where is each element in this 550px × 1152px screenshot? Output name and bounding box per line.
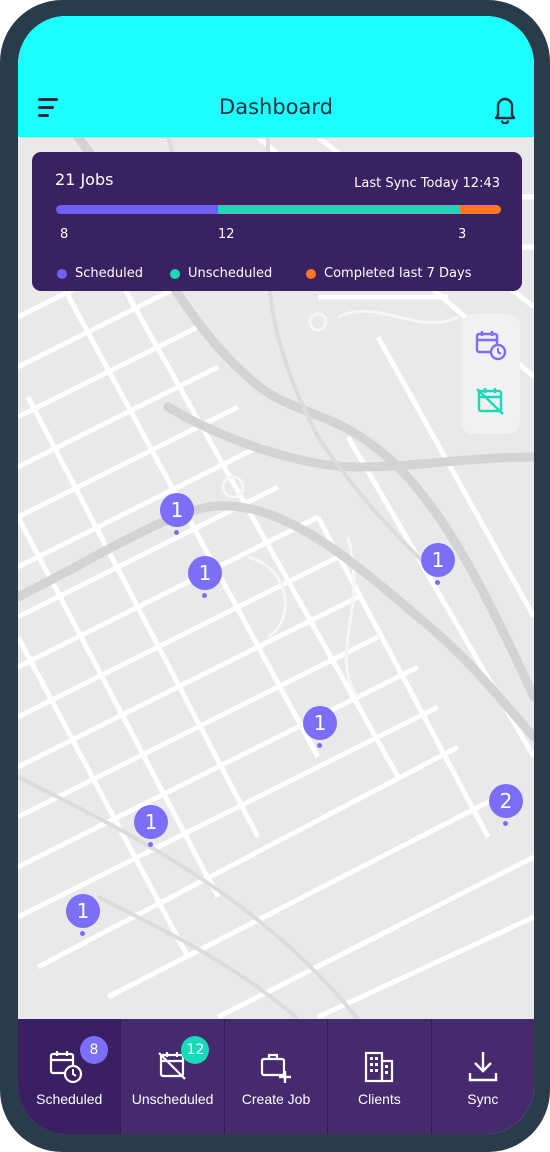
- notification-bell-icon[interactable]: [491, 94, 519, 125]
- nav-label: Unscheduled: [131, 1091, 214, 1107]
- bottom-navigation: 8 Scheduled 12 Unscheduled Create Job Cl…: [18, 1019, 534, 1134]
- jobs-progress-bar: [56, 205, 501, 214]
- completed-dot: [306, 268, 316, 279]
- marker-count: 1: [134, 805, 168, 839]
- job-marker[interactable]: 1: [66, 894, 102, 936]
- marker-count: 2: [489, 784, 523, 818]
- jobs-total: 21 Jobs: [55, 170, 114, 189]
- marker-count: 1: [160, 493, 194, 527]
- marker-count: 1: [66, 894, 100, 928]
- nav-label: Create Job: [241, 1091, 311, 1107]
- job-marker[interactable]: 1: [134, 805, 170, 847]
- unscheduled-badge: 12: [181, 1036, 210, 1064]
- marker-count: 1: [421, 543, 455, 577]
- job-marker[interactable]: 1: [421, 543, 457, 585]
- job-marker[interactable]: 1: [160, 493, 196, 535]
- marker-pin: [80, 931, 85, 936]
- map-filter-panel: [461, 314, 520, 434]
- marker-count: 1: [188, 556, 222, 590]
- nav-sync[interactable]: Sync: [432, 1019, 534, 1134]
- nav-create-job[interactable]: Create Job: [225, 1019, 329, 1134]
- building-icon: [365, 1051, 394, 1083]
- legend-completed: Completed last 7 Days: [306, 266, 471, 281]
- legend-label: Unscheduled: [188, 266, 273, 281]
- completed-count: 3: [458, 227, 467, 242]
- marker-pin: [503, 821, 508, 826]
- last-sync: Last Sync Today 12:43: [354, 176, 500, 191]
- unscheduled-calendar-icon[interactable]: [471, 382, 511, 422]
- nav-unscheduled[interactable]: 12 Unscheduled: [121, 1019, 225, 1134]
- marker-pin: [435, 580, 440, 585]
- job-marker[interactable]: 1: [303, 706, 339, 748]
- scheduled-calendar-icon[interactable]: [471, 326, 511, 366]
- legend-label: Completed last 7 Days: [324, 266, 472, 281]
- legend-scheduled: Scheduled: [57, 266, 143, 281]
- download-icon: [468, 1052, 498, 1082]
- legend-unscheduled: Unscheduled: [170, 266, 272, 281]
- job-marker[interactable]: 2: [489, 784, 525, 826]
- marker-pin: [148, 842, 153, 847]
- nav-label: Clients: [358, 1091, 401, 1107]
- page-title: Dashboard: [219, 95, 333, 119]
- nav-scheduled[interactable]: 8 Scheduled: [18, 1019, 122, 1134]
- marker-pin: [202, 593, 207, 598]
- legend-label: Scheduled: [75, 266, 143, 281]
- job-marker[interactable]: 1: [188, 556, 224, 598]
- marker-count: 1: [303, 706, 337, 740]
- scheduled-segment: [56, 205, 218, 214]
- app-screen: 1 1 1 1 1 1 2 Dashboard 21 Jobs Last Syn…: [18, 16, 534, 1134]
- phone-frame: 1 1 1 1 1 1 2 Dashboard 21 Jobs Last Syn…: [0, 0, 550, 1152]
- marker-pin: [174, 530, 179, 535]
- nav-label: Scheduled: [36, 1091, 103, 1107]
- scheduled-badge: 8: [80, 1036, 108, 1064]
- app-header: Dashboard: [18, 16, 534, 137]
- nav-label: Sync: [467, 1091, 499, 1107]
- jobs-summary-card: 21 Jobs Last Sync Today 12:43 8 12 3 Sch…: [32, 152, 522, 291]
- briefcase-plus-icon: [260, 1053, 292, 1083]
- unscheduled-segment: [217, 205, 461, 214]
- scheduled-count: 8: [60, 227, 69, 242]
- marker-pin: [317, 743, 322, 748]
- completed-segment: [460, 205, 501, 214]
- unscheduled-count: 12: [218, 227, 235, 242]
- scheduled-dot: [57, 268, 67, 279]
- nav-clients[interactable]: Clients: [328, 1019, 432, 1134]
- unscheduled-dot: [170, 268, 180, 279]
